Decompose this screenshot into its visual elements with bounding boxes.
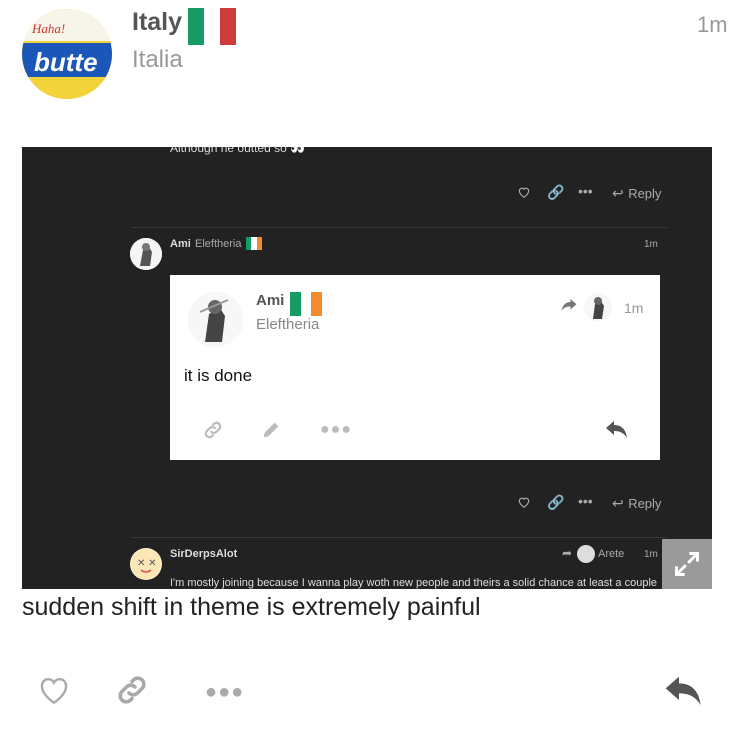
quoted-post-card: Ami Eleftheria 1m it is done ●●● bbox=[170, 275, 660, 460]
edit-icon bbox=[260, 419, 282, 447]
reply-time: 1m bbox=[644, 549, 658, 560]
reply-to-name: Arete bbox=[598, 548, 625, 560]
avatar-text: butte bbox=[34, 47, 98, 77]
reply-button: ↩ Reply bbox=[612, 495, 662, 511]
divider bbox=[132, 227, 667, 228]
avatar: ✕ ✕ bbox=[130, 548, 162, 580]
username[interactable]: Italy bbox=[132, 8, 182, 37]
like-icon bbox=[517, 495, 531, 514]
avatar bbox=[584, 293, 612, 321]
italy-flag-icon bbox=[188, 8, 236, 45]
link-icon bbox=[202, 419, 224, 447]
avatar-small-text: Haha! bbox=[31, 21, 65, 36]
reply-text: I'm mostly joining because I wanna play … bbox=[170, 577, 658, 589]
embedded-screenshot[interactable]: Although he outted so 👀 🔗 ••• ↩ Reply Am… bbox=[22, 147, 712, 589]
more-icon: ●●● bbox=[320, 421, 352, 438]
like-icon bbox=[517, 185, 531, 204]
reply-username: Ami bbox=[170, 238, 191, 250]
ireland-flag-icon bbox=[290, 292, 323, 316]
quote-user-title: Eleftheria bbox=[256, 316, 320, 333]
ireland-flag-icon bbox=[246, 237, 262, 250]
avatar bbox=[130, 238, 162, 270]
reply-button[interactable] bbox=[664, 672, 704, 713]
svg-text:✕ ✕: ✕ ✕ bbox=[137, 558, 157, 569]
more-button[interactable]: ●●● bbox=[205, 681, 244, 704]
quote-text: it is done bbox=[184, 366, 253, 385]
reply-to-icon bbox=[560, 297, 578, 318]
post-text: sudden shift in theme is extremely painf… bbox=[22, 593, 481, 621]
post-time[interactable]: 1m bbox=[697, 12, 728, 38]
reply-user-title: Eleftheria bbox=[195, 238, 242, 250]
link-icon: 🔗 bbox=[547, 494, 565, 510]
avatar bbox=[188, 292, 243, 347]
divider bbox=[132, 537, 667, 538]
link-icon: 🔗 bbox=[547, 184, 565, 200]
reply-button: ↩ Reply bbox=[612, 185, 662, 201]
reply-icon bbox=[605, 419, 629, 445]
reply-username: SirDerpsAlot bbox=[170, 548, 238, 560]
reply-to-icon: ➦ bbox=[562, 546, 573, 560]
link-button[interactable] bbox=[114, 672, 150, 713]
like-button[interactable] bbox=[36, 672, 72, 713]
reply-time: 1m bbox=[644, 239, 658, 250]
expand-button[interactable] bbox=[662, 539, 712, 589]
quote-time: 1m bbox=[624, 300, 644, 316]
quote-username: Ami bbox=[256, 292, 285, 309]
cut-off-text: Although he outted so 👀 bbox=[170, 147, 306, 155]
avatar bbox=[577, 545, 595, 563]
user-title: Italia bbox=[132, 46, 183, 73]
more-icon: ••• bbox=[578, 493, 593, 509]
more-icon: ••• bbox=[578, 183, 593, 199]
avatar[interactable]: Haha! butte bbox=[22, 9, 112, 99]
